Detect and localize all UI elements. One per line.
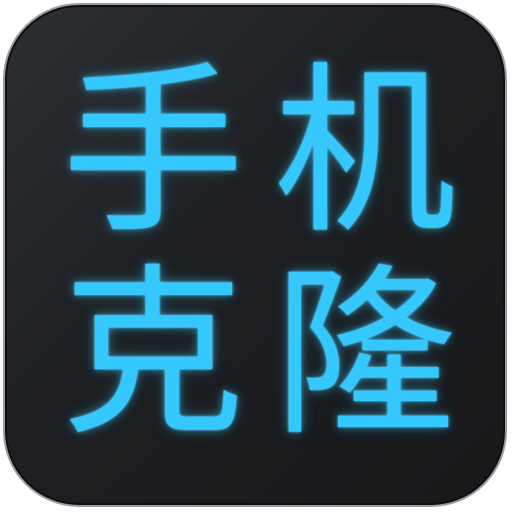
app-icon-char-2: 机 — [274, 46, 456, 258]
app-icon-char-1: 手 — [62, 46, 244, 258]
app-icon-label: 手 机 克 隆 — [49, 53, 469, 453]
app-icon[interactable]: 手 机 克 隆 — [3, 3, 507, 507]
app-icon-char-4: 隆 — [274, 248, 456, 460]
app-icon-char-3: 克 — [62, 248, 244, 460]
